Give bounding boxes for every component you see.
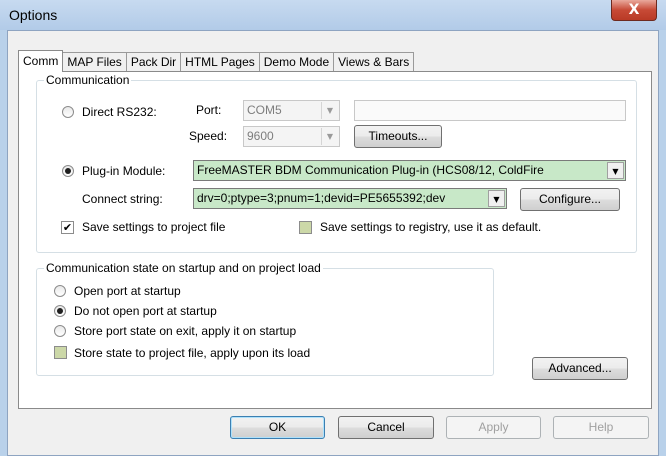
save-registry-label: Save settings to registry, use it as def…: [320, 220, 542, 234]
plugin-module-label: Plug-in Module:: [82, 164, 166, 178]
tab-demo-mode[interactable]: Demo Mode: [258, 52, 335, 72]
port-info-field: [354, 100, 626, 121]
do-not-open-port-label: Do not open port at startup: [74, 304, 217, 318]
checkmark-icon: ✔: [62, 221, 73, 234]
save-project-label: Save settings to project file: [82, 220, 226, 234]
port-label: Port:: [196, 103, 222, 117]
timeouts-button[interactable]: Timeouts...: [354, 125, 442, 148]
communication-group: Communication Direct RS232: Port: COM5 ▼…: [36, 73, 637, 253]
tab-pack-dir[interactable]: Pack Dir: [125, 52, 182, 72]
advanced-button[interactable]: Advanced...: [532, 357, 628, 380]
store-state-checkbox[interactable]: [54, 346, 67, 359]
direct-rs232-label: Direct RS232:: [82, 105, 157, 119]
connect-string-combo[interactable]: drv=0;ptype=3;pnum=1;devid=PE5655392;dev…: [193, 188, 507, 209]
connect-string-value: drv=0;ptype=3;pnum=1;devid=PE5655392;dev: [197, 191, 446, 205]
window-title: Options: [9, 7, 58, 23]
do-not-open-port-radio[interactable]: [54, 305, 66, 317]
title-bar: Options X: [0, 0, 666, 30]
chevron-down-icon: ▼: [321, 102, 338, 119]
ok-button[interactable]: OK: [230, 416, 325, 439]
comm-tab-panel: Communication Direct RS232: Port: COM5 ▼…: [18, 71, 652, 409]
apply-button[interactable]: Apply: [446, 416, 541, 439]
configure-button[interactable]: Configure...: [520, 188, 620, 211]
connect-string-label: Connect string:: [82, 192, 163, 206]
plugin-module-value: FreeMASTER BDM Communication Plug-in (HC…: [197, 163, 544, 177]
speed-label: Speed:: [189, 129, 228, 143]
save-registry-checkbox[interactable]: [299, 221, 312, 234]
communication-legend: Communication: [44, 73, 132, 87]
chevron-down-icon: ▼: [321, 128, 338, 145]
close-button[interactable]: X: [611, 0, 657, 21]
tab-map-files[interactable]: MAP Files: [62, 52, 127, 72]
plugin-module-radio[interactable]: [62, 165, 74, 177]
tab-views-bars[interactable]: Views & Bars: [333, 52, 415, 72]
port-combo[interactable]: COM5 ▼: [243, 100, 340, 121]
chevron-down-icon: ▼: [488, 190, 505, 207]
plugin-module-combo[interactable]: FreeMASTER BDM Communication Plug-in (HC…: [193, 160, 626, 181]
open-port-label: Open port at startup: [74, 284, 181, 298]
tab-comm[interactable]: Comm: [18, 50, 64, 72]
tab-html-pages[interactable]: HTML Pages: [180, 52, 260, 72]
chevron-down-icon: ▼: [607, 162, 624, 179]
save-project-checkbox[interactable]: ✔: [61, 221, 74, 234]
store-state-label: Store state to project file, apply upon …: [74, 346, 311, 360]
help-button[interactable]: Help: [553, 416, 649, 439]
speed-combo[interactable]: 9600 ▼: [243, 126, 340, 147]
port-value: COM5: [247, 103, 282, 117]
tab-strip: Comm MAP Files Pack Dir HTML Pages Demo …: [18, 50, 415, 72]
startup-group: Communication state on startup and on pr…: [36, 261, 494, 376]
direct-rs232-radio[interactable]: [62, 106, 74, 118]
close-icon: X: [628, 2, 640, 18]
cancel-button[interactable]: Cancel: [338, 416, 434, 439]
store-port-state-radio[interactable]: [54, 325, 66, 337]
dialog-body: Comm MAP Files Pack Dir HTML Pages Demo …: [7, 30, 659, 456]
startup-legend: Communication state on startup and on pr…: [44, 261, 323, 275]
store-port-state-label: Store port state on exit, apply it on st…: [74, 324, 297, 338]
speed-value: 9600: [247, 129, 274, 143]
open-port-radio[interactable]: [54, 285, 66, 297]
